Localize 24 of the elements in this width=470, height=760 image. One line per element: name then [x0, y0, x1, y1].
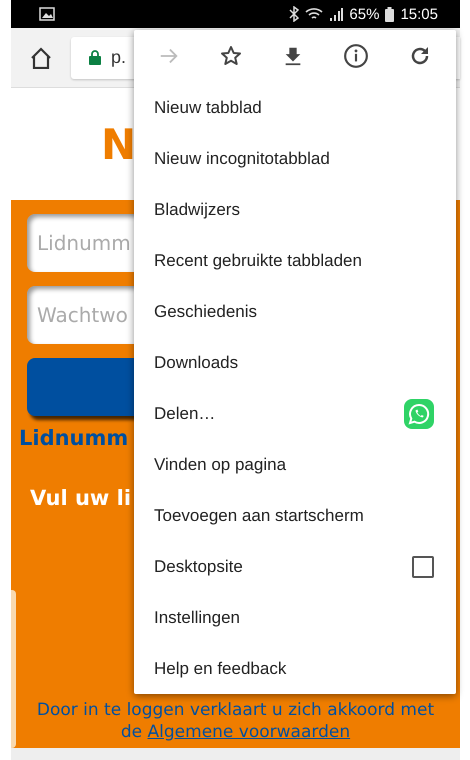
desktop-site-checkbox[interactable] — [412, 556, 434, 578]
lock-icon — [89, 50, 101, 65]
image-icon — [39, 7, 55, 21]
menu-item[interactable]: Nieuw tabblad — [134, 82, 456, 133]
bluetooth-icon — [289, 6, 300, 22]
clock-time: 15:05 — [400, 6, 438, 22]
menu-item[interactable]: Toevoegen aan startscherm — [134, 490, 456, 541]
signal-icon — [329, 7, 344, 21]
wifi-icon — [305, 7, 324, 21]
info-icon — [343, 43, 370, 69]
menu-item[interactable]: Help en feedback — [134, 643, 456, 694]
menu-item[interactable]: Vinden op pagina — [134, 439, 456, 490]
battery-percentage: 65% — [349, 6, 380, 22]
terms-text: Door in te loggen verklaart u zich akkoord met — [36, 699, 434, 721]
site-title: N — [101, 120, 136, 168]
menu-item[interactable]: Nieuw incognitotabblad — [134, 133, 456, 184]
menu-item[interactable]: Instellingen — [134, 592, 456, 643]
menu-item[interactable]: Desktopsite — [134, 541, 456, 592]
star-icon — [218, 44, 243, 68]
battery-icon — [385, 6, 394, 22]
terms-prefix: de — [120, 722, 142, 742]
home-icon[interactable] — [29, 46, 53, 68]
menu-item[interactable]: Delen… — [134, 388, 456, 439]
instruction-text: Vul uw li — [30, 486, 132, 510]
